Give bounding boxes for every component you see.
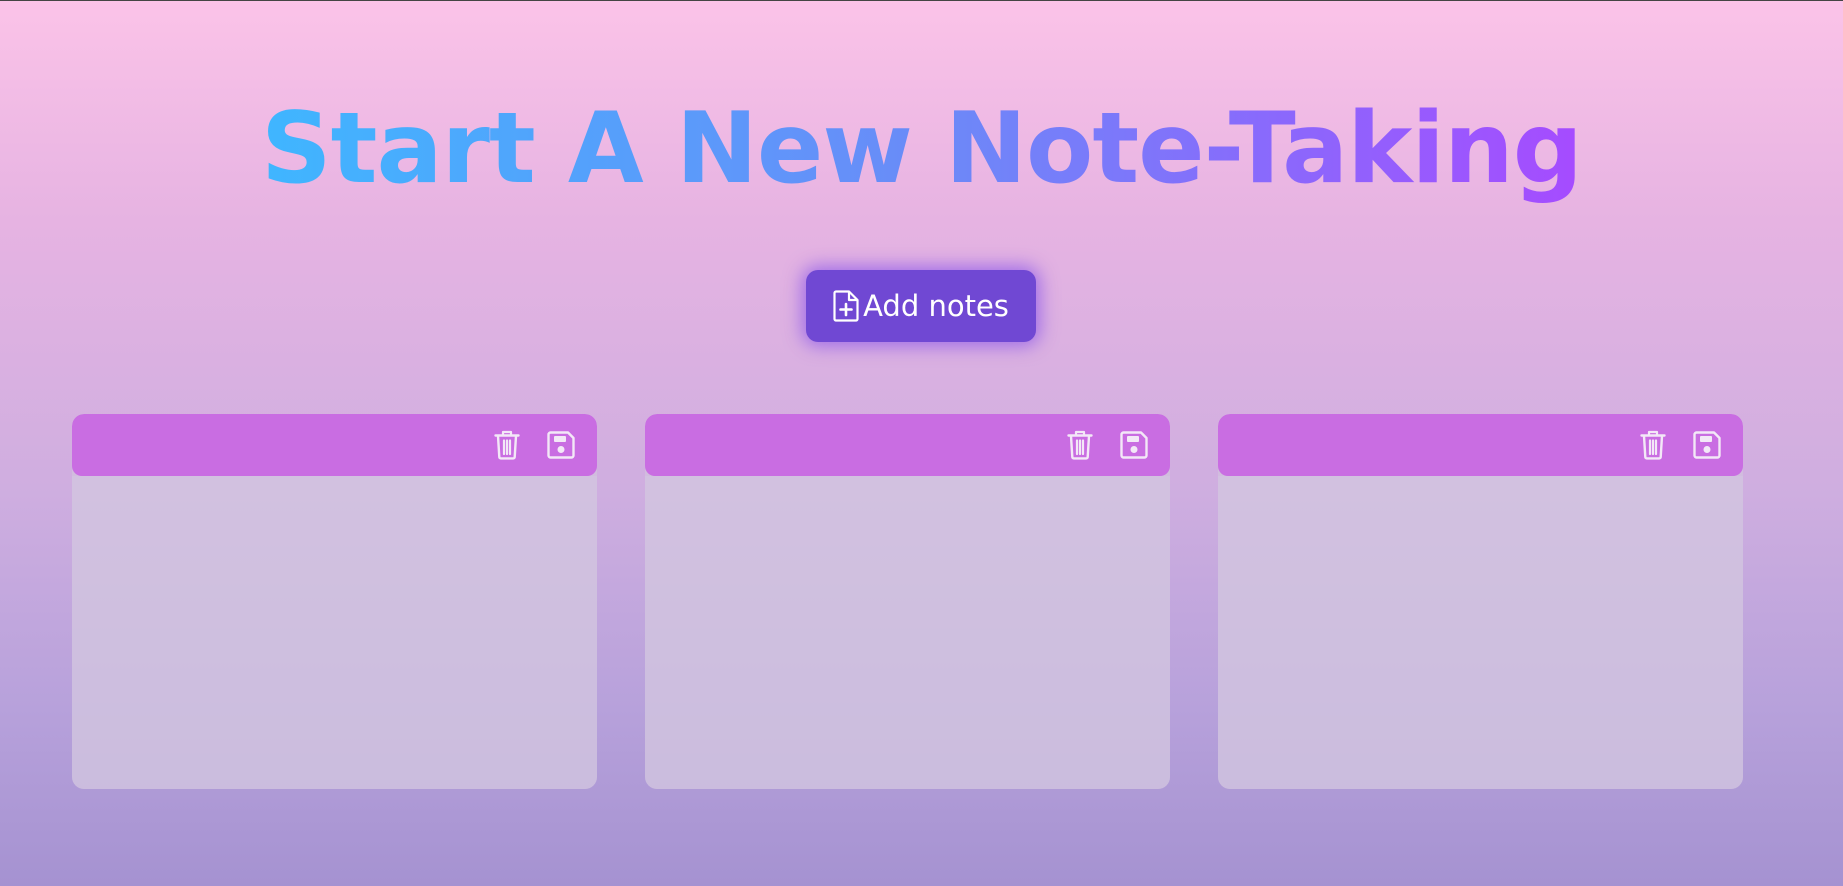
note-body[interactable] bbox=[645, 476, 1170, 789]
file-plus-icon bbox=[833, 290, 859, 322]
note-card bbox=[72, 414, 597, 789]
note-toolbar bbox=[1218, 414, 1743, 476]
delete-note-button[interactable] bbox=[1639, 430, 1667, 460]
save-note-button[interactable] bbox=[1120, 430, 1148, 460]
note-card bbox=[645, 414, 1170, 789]
save-note-button[interactable] bbox=[547, 430, 575, 460]
note-body[interactable] bbox=[1218, 476, 1743, 789]
floppy-disk-icon bbox=[547, 431, 575, 459]
trash-icon bbox=[1640, 430, 1666, 460]
save-note-button[interactable] bbox=[1693, 430, 1721, 460]
add-notes-label: Add notes bbox=[863, 289, 1009, 323]
delete-note-button[interactable] bbox=[1066, 430, 1094, 460]
floppy-disk-icon bbox=[1693, 431, 1721, 459]
page-title: Start A New Note-Taking bbox=[0, 95, 1843, 204]
trash-icon bbox=[494, 430, 520, 460]
delete-note-button[interactable] bbox=[493, 430, 521, 460]
notes-container bbox=[72, 414, 1743, 789]
note-toolbar bbox=[72, 414, 597, 476]
trash-icon bbox=[1067, 430, 1093, 460]
page-title-text: Start A New Note-Taking bbox=[261, 92, 1583, 206]
note-body[interactable] bbox=[72, 476, 597, 789]
floppy-disk-icon bbox=[1120, 431, 1148, 459]
add-notes-button[interactable]: Add notes bbox=[806, 270, 1036, 342]
note-toolbar bbox=[645, 414, 1170, 476]
note-card bbox=[1218, 414, 1743, 789]
